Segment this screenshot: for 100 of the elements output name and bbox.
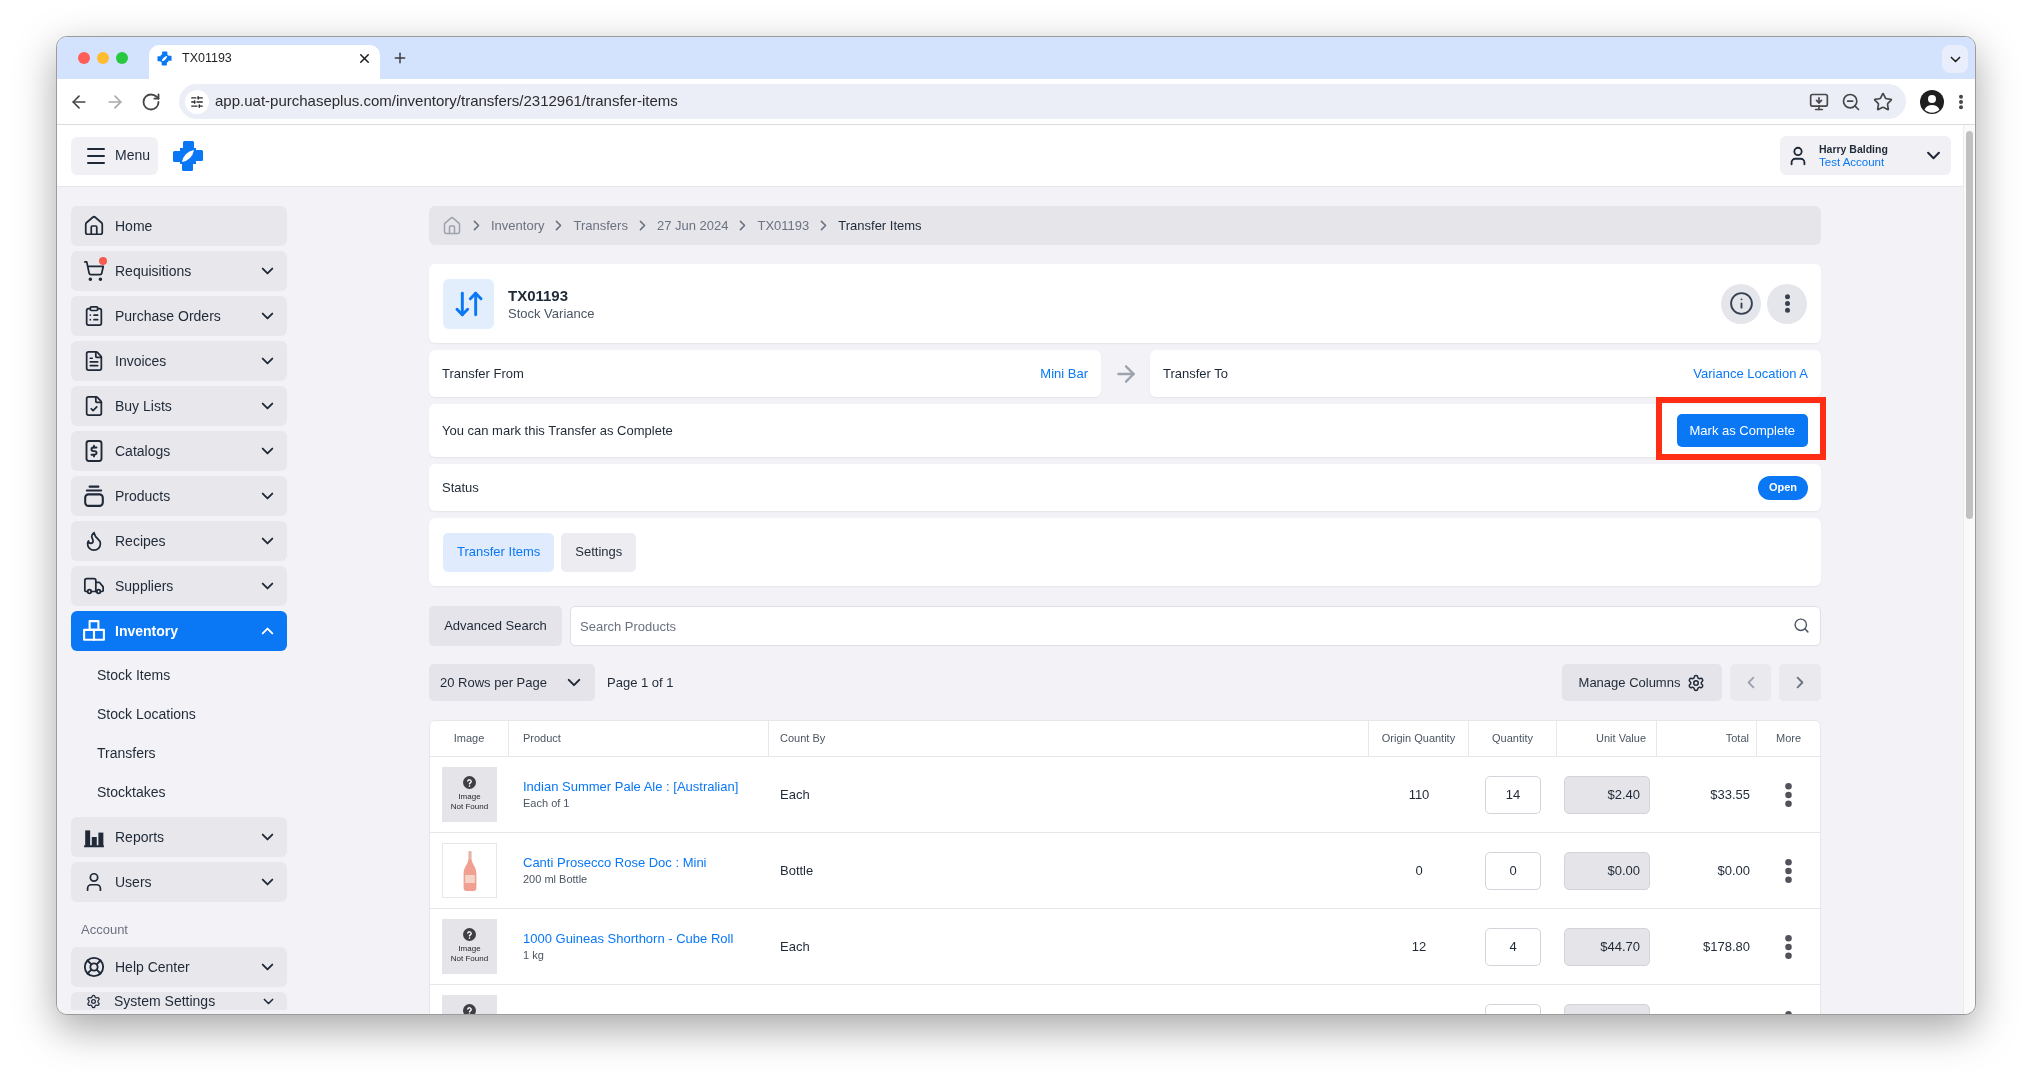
product-link[interactable]: 1000 Guineas Shorthorn - Cube Roll bbox=[523, 931, 769, 947]
sidebar-item[interactable]: Home bbox=[71, 206, 287, 246]
table-cell-text: $33.55 bbox=[1710, 785, 1750, 804]
status-label: Status bbox=[442, 478, 479, 497]
table-cell-text: 12 bbox=[1411, 937, 1427, 956]
sidebar-subitem[interactable]: Stock Locations bbox=[71, 695, 287, 734]
transfer-id: TX01193 bbox=[508, 285, 570, 305]
sidebar-subitem[interactable]: Stocktakes bbox=[71, 773, 287, 812]
address-bar[interactable]: app.uat-purchaseplus.com/inventory/transfers/2312961/transfer-items bbox=[179, 84, 1906, 119]
document-dollar-icon bbox=[83, 440, 105, 462]
profile-icon[interactable] bbox=[1920, 89, 1944, 114]
table-cell-text: Bottle bbox=[780, 861, 814, 880]
unit-value-field[interactable]: $0.00 bbox=[1564, 851, 1650, 890]
vertical-dots-icon[interactable] bbox=[1785, 782, 1792, 807]
clipboard-icon bbox=[83, 305, 105, 327]
mark-complete-button[interactable]: Mark as Complete bbox=[1676, 414, 1808, 447]
transfer-from-label: Transfer From bbox=[442, 364, 524, 383]
question-mark-icon bbox=[463, 776, 476, 789]
chevron-down-icon bbox=[567, 678, 581, 687]
sidebar-item[interactable]: Reports bbox=[71, 817, 287, 857]
sidebar-item[interactable]: Help Center bbox=[71, 947, 287, 987]
new-tab-icon[interactable] bbox=[392, 50, 408, 66]
quantity-input[interactable]: 14 bbox=[1485, 775, 1541, 814]
breadcrumb-link[interactable]: TX01193 bbox=[757, 215, 810, 236]
product-detail: 1 kg bbox=[523, 948, 545, 962]
product-link[interactable]: Indian Summer Pale Ale : [Australian] bbox=[523, 779, 769, 795]
more-button[interactable] bbox=[1767, 283, 1807, 324]
url-text: app.uat-purchaseplus.com/inventory/transfers/2312961/transfer-items bbox=[215, 91, 679, 112]
chevron-right-icon bbox=[1796, 676, 1804, 689]
chevron-right-icon bbox=[555, 220, 563, 231]
sidebar-item[interactable]: Recipes bbox=[71, 521, 287, 561]
rows-per-page-dropdown[interactable]: 20 Rows per Page bbox=[429, 664, 595, 701]
product-detail: 200 ml Bottle bbox=[523, 872, 589, 886]
location-link[interactable]: Variance Location A bbox=[1693, 363, 1808, 384]
column-header: Unit Value bbox=[1596, 731, 1646, 747]
column-header: Total bbox=[1725, 731, 1749, 747]
reload-icon[interactable] bbox=[141, 91, 161, 112]
cart-icon bbox=[83, 260, 105, 282]
unit-value-field[interactable]: $2.40 bbox=[1564, 775, 1650, 814]
location-link[interactable]: Mini Bar bbox=[1040, 363, 1088, 384]
info-button[interactable] bbox=[1721, 283, 1761, 324]
image-missing-text: Image Not Found bbox=[450, 792, 489, 812]
sidebar-subitem[interactable]: Transfers bbox=[71, 734, 287, 773]
tab[interactable]: Settings bbox=[561, 532, 637, 572]
site-settings-icon[interactable] bbox=[185, 89, 209, 114]
column-header: Quantity bbox=[1492, 731, 1533, 747]
vertical-dots-icon[interactable] bbox=[1785, 934, 1792, 959]
lifebuoy-icon bbox=[83, 956, 105, 978]
sidebar-item[interactable]: Purchase Orders bbox=[71, 296, 287, 336]
sidebar-item[interactable]: Invoices bbox=[71, 341, 287, 381]
favicon-icon bbox=[157, 50, 172, 66]
sidebar-item[interactable]: Products bbox=[71, 476, 287, 516]
search-icon bbox=[1793, 617, 1810, 634]
arrows-up-down-icon bbox=[443, 278, 494, 329]
tab[interactable]: Transfer Items bbox=[443, 532, 555, 572]
scrollbar-thumb[interactable] bbox=[1966, 131, 1973, 519]
breadcrumb-current[interactable]: Transfer Items bbox=[838, 215, 922, 236]
sidebar-item[interactable]: Catalogs bbox=[71, 431, 287, 471]
question-mark-icon bbox=[463, 928, 476, 941]
info-icon bbox=[1728, 291, 1754, 316]
breadcrumb-link[interactable]: Transfers bbox=[573, 215, 628, 236]
breadcrumb-link[interactable]: Inventory bbox=[491, 215, 545, 236]
sidebar-item[interactable]: Inventory bbox=[71, 611, 287, 651]
transfer-to-label: Transfer To bbox=[1163, 364, 1229, 383]
sidebar-item[interactable]: Requisitions bbox=[71, 251, 287, 291]
advanced-search-button[interactable]: Advanced Search bbox=[429, 606, 562, 646]
chevron-down-icon bbox=[1926, 151, 1941, 160]
breadcrumb-link[interactable]: 27 Jun 2024 bbox=[656, 215, 729, 236]
quantity-input[interactable]: 4 bbox=[1485, 927, 1541, 966]
browser-tab[interactable]: TX01193 bbox=[149, 45, 380, 79]
product-link[interactable]: Canti Prosecco Rose Doc : Mini bbox=[523, 855, 769, 871]
sidebar-item[interactable]: Suppliers bbox=[71, 566, 287, 606]
sidebar-item[interactable]: System Settings bbox=[71, 992, 287, 1010]
sidebar-item[interactable]: Users bbox=[71, 862, 287, 902]
document-icon bbox=[83, 350, 105, 372]
menu-button[interactable]: Menu bbox=[71, 136, 158, 175]
transfer-type: Stock Variance bbox=[508, 304, 595, 322]
browser-menu-icon[interactable] bbox=[1959, 93, 1963, 110]
search-field[interactable]: Search Products bbox=[570, 606, 1821, 646]
quantity-input[interactable]: 0 bbox=[1485, 851, 1541, 890]
table-cell-text: Each bbox=[780, 785, 810, 804]
table-cell-text: $178.80 bbox=[1703, 937, 1750, 956]
zoom-out-icon[interactable] bbox=[1841, 91, 1861, 112]
table-cell-text: $0.00 bbox=[1717, 861, 1750, 880]
settings-icon bbox=[86, 993, 101, 1009]
section-label: Account bbox=[80, 922, 129, 938]
tab-search-button[interactable] bbox=[1942, 45, 1968, 73]
truck-icon bbox=[83, 575, 105, 597]
unit-value-field[interactable]: $44.70 bbox=[1564, 927, 1650, 966]
column-header: Product bbox=[523, 731, 561, 747]
vertical-dots-icon[interactable] bbox=[1785, 858, 1792, 883]
user-name: Harry Balding bbox=[1819, 142, 1889, 156]
manage-columns-button[interactable]: Manage Columns bbox=[1562, 664, 1722, 701]
sidebar-item[interactable]: Buy Lists bbox=[71, 386, 287, 426]
user-menu-button[interactable]: Harry Balding Test Account bbox=[1780, 136, 1951, 175]
install-icon[interactable] bbox=[1809, 91, 1829, 112]
chevron-right-icon bbox=[473, 220, 480, 231]
bookmark-star-icon[interactable] bbox=[1873, 91, 1893, 112]
sidebar-subitem[interactable]: Stock Items bbox=[71, 656, 287, 695]
page-indicator: Page 1 of 1 bbox=[607, 673, 674, 692]
